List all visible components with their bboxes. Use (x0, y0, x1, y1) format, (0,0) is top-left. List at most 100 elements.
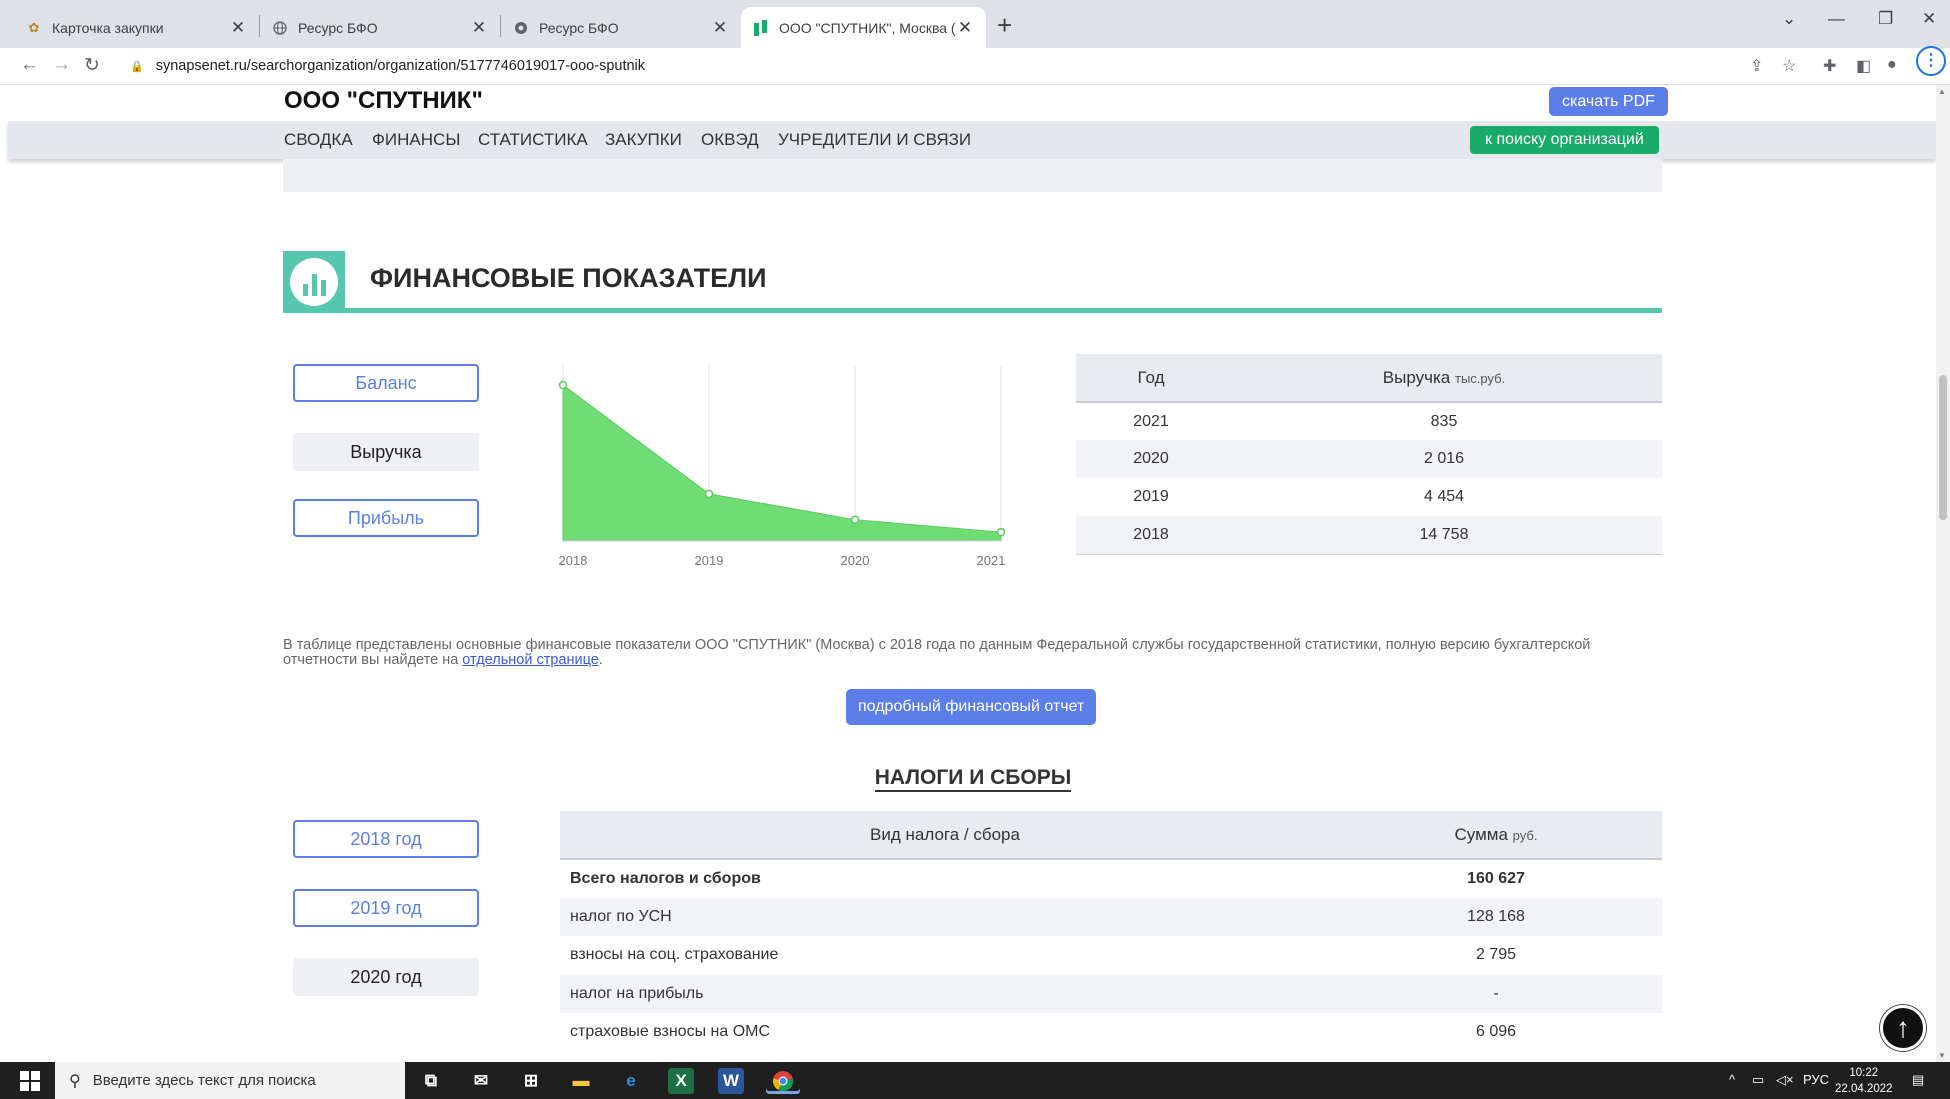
share-icon[interactable]: ⇪ (1750, 56, 1763, 76)
tab-search-icon[interactable]: ⌄ (1782, 9, 1796, 29)
revenue-chart: 2018 2019 2020 2021 (558, 365, 1006, 568)
nav-statistics[interactable]: СТАТИСТИКА (478, 130, 588, 150)
col-tax-sum: Сумма руб. (1330, 811, 1662, 860)
close-icon[interactable]: ✕ (229, 18, 247, 38)
browser-tab-bar: ✿ Карточка закупки ✕ Ресурс БФО ✕ Ресурс… (0, 0, 1950, 48)
taxes-section-title: НАЛОГИ И СБОРЫ (0, 766, 1936, 792)
finance-section-title: ФИНАНСОВЫЕ ПОКАЗАТЕЛИ (370, 263, 767, 293)
scroll-to-top-button[interactable]: ↑ (1880, 1005, 1926, 1051)
nav-founders[interactable]: УЧРЕДИТЕЛИ И СВЯЗИ (778, 130, 971, 150)
table-row: 2019 4 454 (1076, 478, 1662, 516)
year-2019-button[interactable]: 2019 год (293, 889, 479, 927)
year-cell: 2020 (1076, 440, 1226, 478)
minimize-icon[interactable]: — (1828, 9, 1845, 29)
tax-name: страховые взносы на ОМС (570, 1023, 771, 1041)
web-page: ООО "СПУТНИК" скачать PDF СВОДКА ФИНАНСЫ… (0, 85, 1936, 1062)
tab-title: ООО "СПУТНИК", Москва (ИНН (779, 19, 956, 36)
revenue-button[interactable]: Выручка (293, 433, 479, 471)
notification-icon[interactable]: ▤ (1912, 1072, 1924, 1088)
year-cell: 2018 (1076, 516, 1226, 555)
task-view-icon[interactable]: ⧉ (418, 1068, 444, 1094)
tax-name: Всего налогов и сборов (570, 869, 761, 887)
table-header-row: Вид налога / сбора Сумма руб. (560, 811, 1662, 860)
chart-x-tick-label: 2021 (977, 553, 1006, 568)
forward-arrow-icon[interactable]: → (52, 54, 71, 76)
value-cell: 2 016 (1226, 440, 1662, 478)
col-revenue: Выручка тыс.руб. (1226, 354, 1662, 403)
synapsenet-icon (753, 19, 769, 36)
table-row: налог по УСН 128 168 (560, 897, 1662, 936)
content-band (283, 159, 1662, 192)
back-to-search-button[interactable]: к поиску организаций (1470, 126, 1659, 154)
tab-title: Ресурс БФО (298, 19, 378, 36)
taskbar-clock[interactable]: 10:22 22.04.2022 (1835, 1065, 1893, 1097)
taskbar-search-box[interactable]: ⚲ Введите здесь текст для поиска (55, 1062, 405, 1099)
chart-x-tick-label: 2018 (559, 553, 588, 568)
value-cell: 14 758 (1226, 516, 1662, 555)
store-icon[interactable]: ⊞ (518, 1068, 544, 1094)
table-row: 2020 2 016 (1076, 440, 1662, 478)
section-nav: СВОДКА ФИНАНСЫ СТАТИСТИКА ЗАКУПКИ ОКВЭД … (8, 121, 1936, 159)
balance-button[interactable]: Баланс (293, 364, 479, 402)
scroll-down-arrow-icon[interactable]: ▼ (1938, 1051, 1946, 1060)
taskbar-search-placeholder: Введите здесь текст для поиска (92, 1072, 316, 1089)
nav-summary[interactable]: СВОДКА (284, 130, 353, 150)
chrome-icon[interactable] (766, 1068, 800, 1094)
profile-icon[interactable]: ● (1887, 56, 1897, 74)
close-icon[interactable]: ✕ (956, 18, 974, 38)
language-indicator[interactable]: РУС (1803, 1072, 1829, 1087)
download-pdf-button[interactable]: скачать PDF (1549, 87, 1668, 116)
scroll-up-arrow-icon[interactable]: ▲ (1938, 87, 1946, 96)
restore-icon[interactable]: ❐ (1878, 9, 1893, 29)
back-arrow-icon[interactable]: ← (20, 54, 39, 76)
col-tax-name: Вид налога / сбора (560, 811, 1330, 860)
word-icon[interactable]: W (718, 1068, 744, 1094)
address-bar: ← → ↻ 🔒 synapsenet.ru/searchorganization… (0, 48, 1950, 85)
mail-icon[interactable]: ✉ (468, 1068, 494, 1094)
profit-button[interactable]: Прибыль (293, 499, 479, 537)
clock-date: 22.04.2022 (1835, 1083, 1893, 1095)
network-icon[interactable]: ▭ (1752, 1072, 1764, 1088)
browser-menu-icon[interactable]: ⋮ (1916, 46, 1946, 76)
table-row: 2018 14 758 (1076, 516, 1662, 555)
extensions-icon[interactable]: ✚ (1823, 56, 1836, 76)
file-explorer-icon[interactable]: ▬ (568, 1068, 594, 1094)
nav-purchases[interactable]: ЗАКУПКИ (605, 130, 682, 150)
separate-page-link[interactable]: отдельной странице (462, 652, 599, 668)
col-revenue-label: Выручка (1382, 367, 1451, 387)
year-2020-button[interactable]: 2020 год (293, 958, 479, 996)
url-field[interactable]: 🔒 synapsenet.ru/searchorganization/organ… (118, 51, 1798, 81)
close-icon[interactable]: ✕ (711, 18, 729, 38)
tax-sum: 6 096 (1475, 1023, 1517, 1041)
tax-sum: - (1330, 974, 1662, 1013)
nav-finance[interactable]: ФИНАНСЫ (372, 130, 460, 150)
value-cell: 835 (1430, 412, 1458, 430)
excel-icon[interactable]: X (668, 1068, 694, 1094)
scrollbar-thumb[interactable] (1939, 375, 1947, 520)
page-scrollbar[interactable]: ▲ ▼ (1936, 85, 1950, 1062)
close-icon[interactable]: ✕ (470, 18, 488, 38)
reload-icon[interactable]: ↻ (84, 54, 100, 77)
new-tab-icon[interactable]: + (997, 10, 1012, 41)
nav-okved[interactable]: ОКВЭД (701, 130, 759, 150)
browser-tab-2[interactable]: Ресурс БФО ✕ (260, 7, 500, 48)
bookmark-star-icon[interactable]: ☆ (1782, 56, 1796, 76)
section-divider (283, 308, 1662, 313)
year-2018-button[interactable]: 2018 год (293, 820, 479, 858)
windows-taskbar: ⚲ Введите здесь текст для поиска ⧉ ✉ ⊞ ▬… (0, 1062, 1950, 1099)
side-panel-icon[interactable]: ◧ (1856, 56, 1871, 76)
company-title: ООО "СПУТНИК" (284, 87, 483, 114)
edge-icon[interactable]: e (618, 1068, 644, 1094)
detailed-report-button[interactable]: подробный финансовый отчет (846, 689, 1097, 725)
windows-start-icon[interactable] (20, 1071, 40, 1091)
table-row: взносы на соц. страхование 2 795 (560, 936, 1662, 975)
table-row: страховые взносы на ОМС 6 096 (560, 1013, 1662, 1052)
close-window-icon[interactable]: ✕ (1922, 9, 1936, 29)
browser-tab-3[interactable]: Ресурс БФО ✕ (501, 7, 741, 48)
browser-tab-4-active[interactable]: ООО "СПУТНИК", Москва (ИНН ✕ (741, 7, 986, 48)
volume-icon[interactable]: ◁× (1776, 1072, 1794, 1088)
tab-title: Ресурс БФО (539, 19, 619, 36)
browser-tab-1[interactable]: ✿ Карточка закупки ✕ (14, 7, 259, 48)
chart-point (558, 380, 568, 390)
tray-chevron-icon[interactable]: ^ (1729, 1072, 1735, 1087)
